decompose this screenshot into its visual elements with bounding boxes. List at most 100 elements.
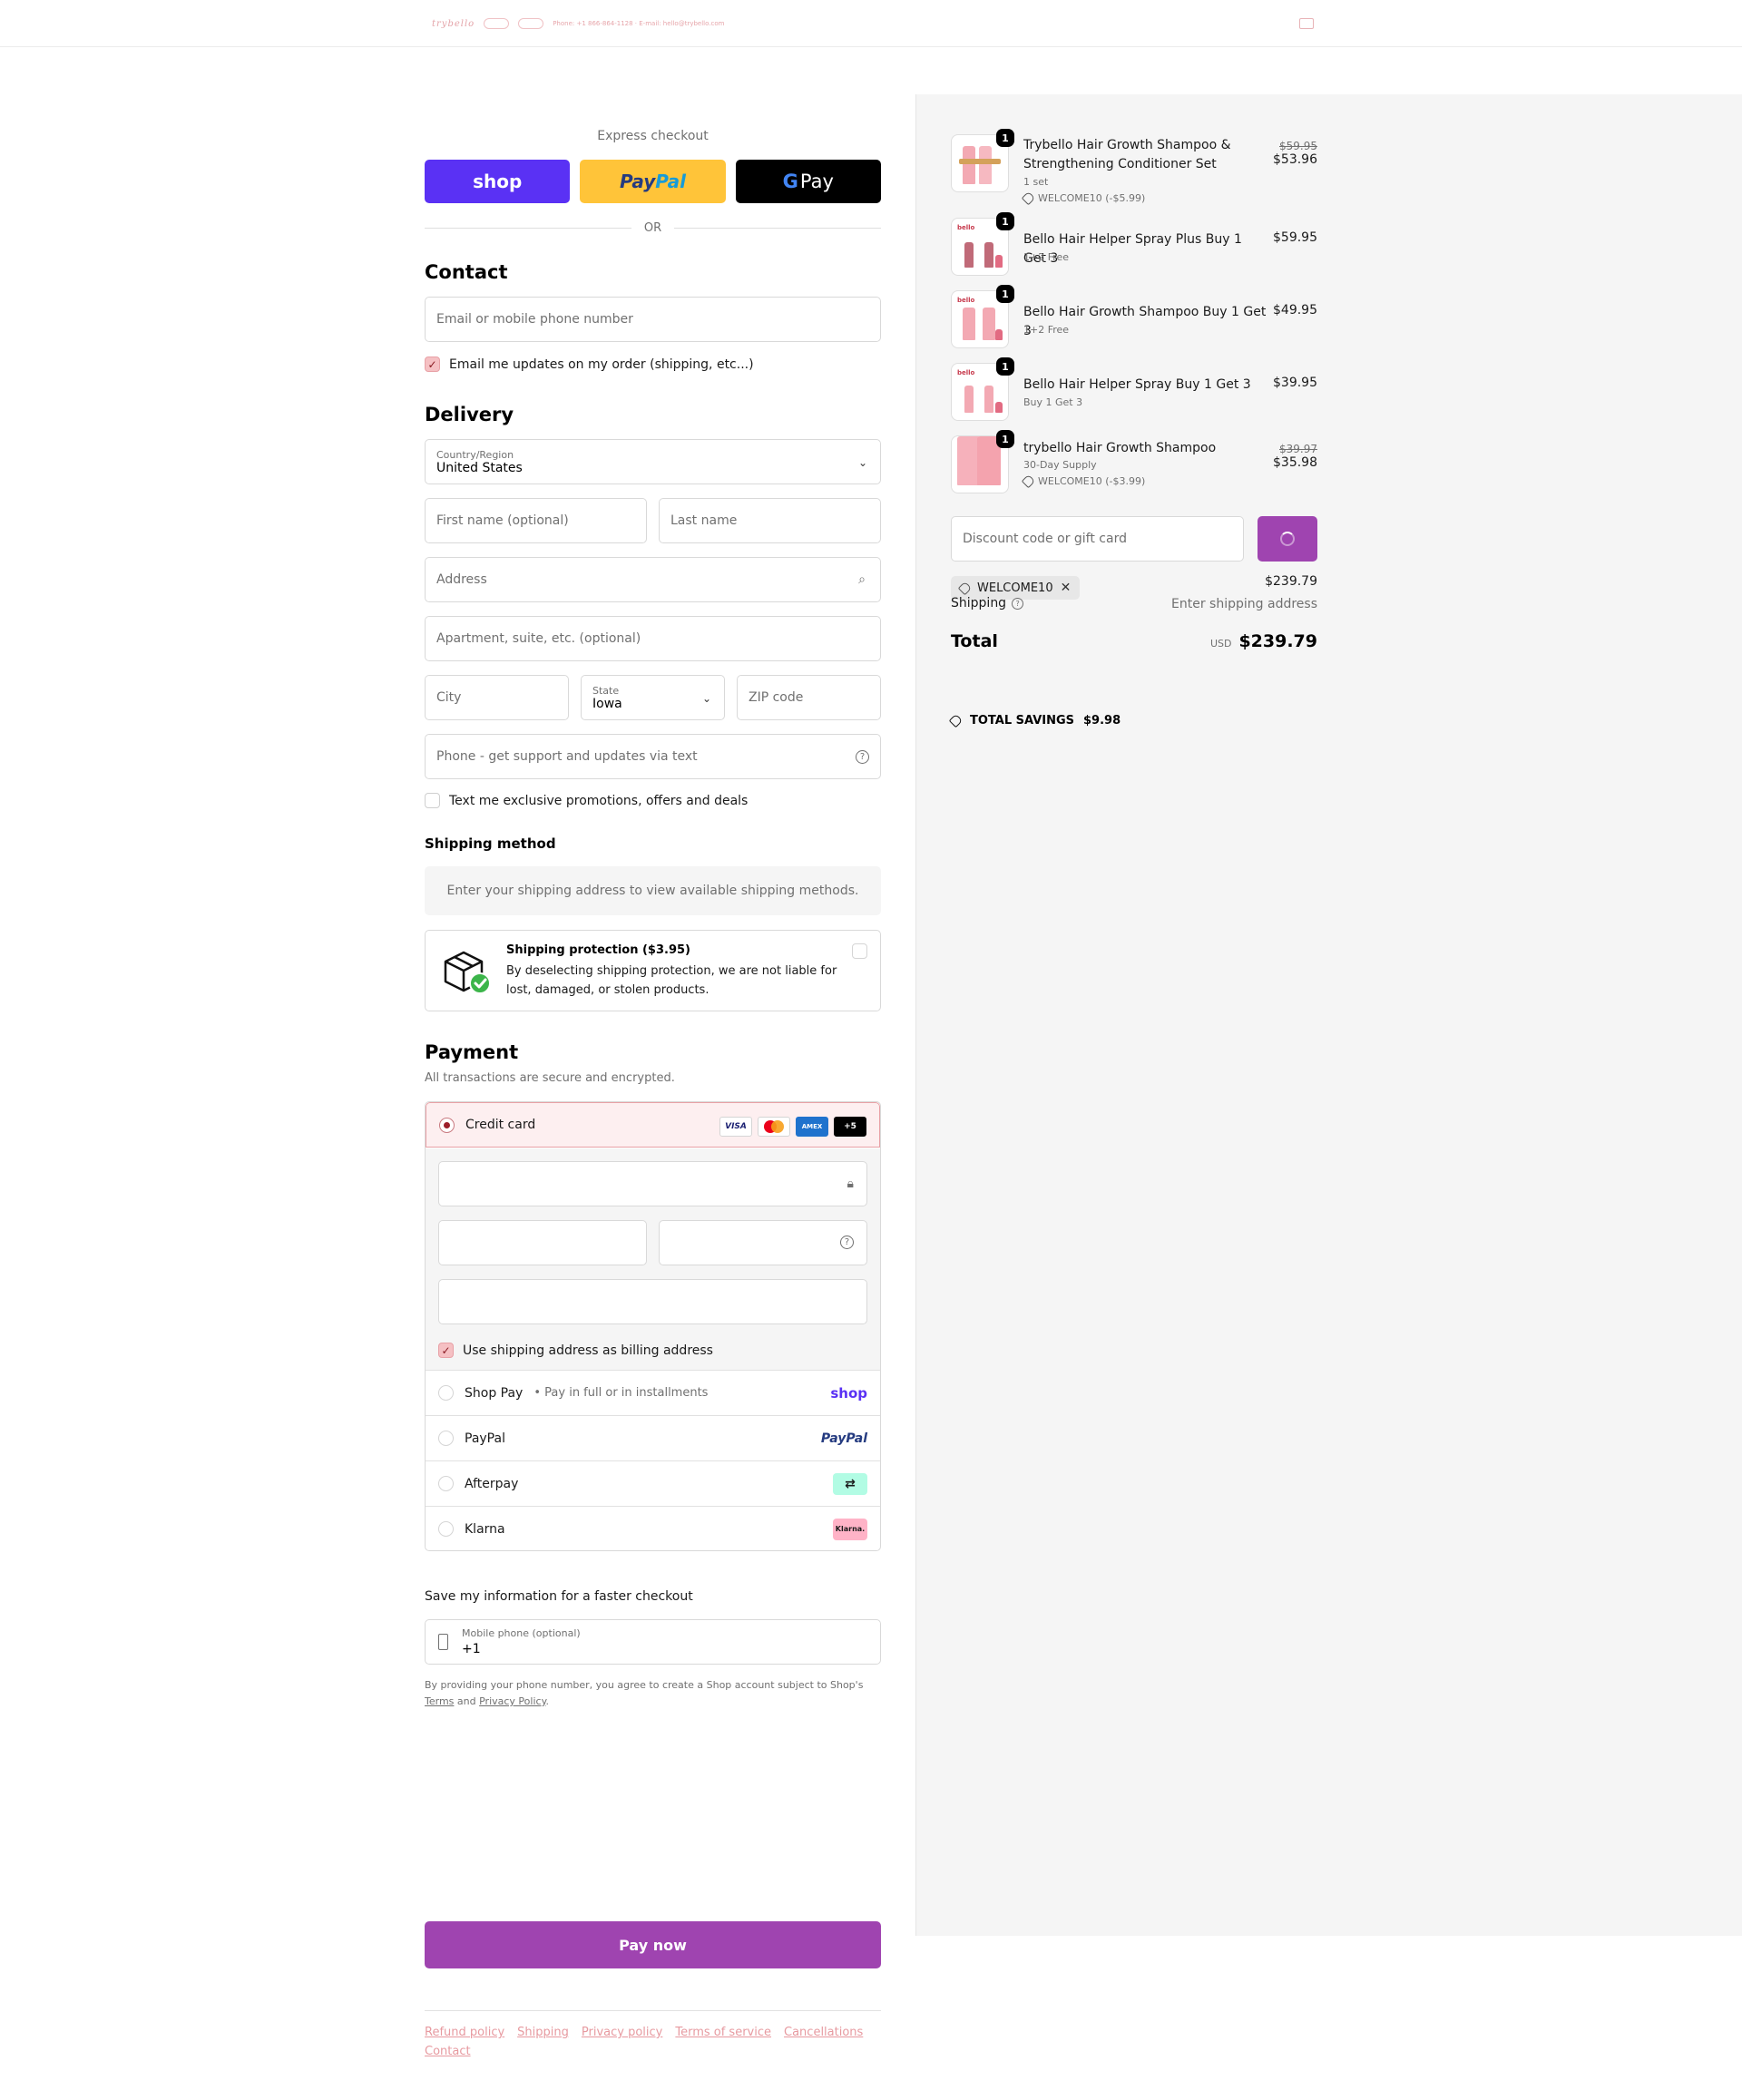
last-name-field[interactable]: Last name — [659, 498, 881, 543]
item-variant: 30-Day Supply — [1023, 459, 1097, 471]
discount-code-field[interactable]: Discount code or gift card — [951, 516, 1244, 562]
state-value: Iowa — [592, 696, 622, 711]
item-price: $59.95 $53.96 — [1273, 140, 1317, 167]
help-icon[interactable]: ? — [840, 1236, 854, 1249]
card-number-field[interactable]: 🔒︎ — [438, 1161, 867, 1206]
item-variant: Buy 1 Get 3 — [1023, 396, 1083, 408]
logo-wordmark: trybello — [432, 18, 475, 29]
state-label: State — [592, 684, 620, 697]
quantity-badge: 1 — [996, 430, 1014, 448]
text-promos-checkbox[interactable] — [425, 793, 440, 808]
address-field[interactable]: Address ⌕ — [425, 557, 881, 602]
item-original-price: $39.97 — [1279, 443, 1317, 455]
package-shield-icon — [444, 951, 491, 994]
loading-spinner-icon — [1280, 532, 1295, 546]
save-info-label: Save my information for a faster checkou… — [425, 1589, 693, 1604]
protection-checkbox[interactable] — [852, 943, 867, 959]
address-placeholder: Address — [436, 572, 487, 587]
shop-pay-radio[interactable] — [438, 1385, 454, 1401]
first-name-placeholder: First name (optional) — [436, 513, 569, 528]
item-name: Bello Hair Helper Spray Buy 1 Get 3 — [1023, 377, 1251, 392]
express-checkout-buttons: shop Pay Pal G Pay — [425, 160, 881, 203]
terms-link[interactable]: Terms — [425, 1695, 454, 1707]
remove-discount-icon[interactable]: ✕ — [1061, 581, 1072, 595]
email-updates-row[interactable]: ✓ Email me updates on my order (shipping… — [425, 357, 754, 372]
text-promos-row[interactable]: Text me exclusive promotions, offers and… — [425, 793, 748, 808]
billing-same-label: Use shipping address as billing address — [463, 1343, 713, 1358]
zip-field[interactable]: ZIP code — [737, 675, 881, 720]
bag-icon[interactable] — [1299, 18, 1314, 29]
store-logo[interactable]: trybello Phone: +1 866-864-1128 · E-mail… — [432, 13, 724, 34]
billing-same-row[interactable]: ✓ Use shipping address as billing addres… — [438, 1343, 713, 1358]
shop-phone-field[interactable]: Mobile phone (optional) +1 — [425, 1619, 881, 1665]
terms-of-service-link[interactable]: Terms of service — [675, 2026, 771, 2039]
apartment-field[interactable]: Apartment, suite, etc. (optional) — [425, 616, 881, 661]
card-name-field[interactable] — [438, 1279, 867, 1324]
privacy-link[interactable]: Privacy Policy — [479, 1695, 545, 1707]
help-icon[interactable]: ? — [1012, 597, 1024, 610]
country-select[interactable]: Country/Region United States ⌄ — [425, 439, 881, 484]
order-summary-panel — [915, 94, 1742, 1936]
shop-pay-label: shop — [473, 171, 523, 192]
refund-policy-link[interactable]: Refund policy — [425, 2026, 504, 2039]
google-g-icon: G — [782, 171, 798, 192]
shop-pay-option[interactable]: Shop Pay • Pay in full or in installment… — [426, 1370, 880, 1415]
help-icon[interactable]: ? — [856, 749, 869, 764]
first-name-field[interactable]: First name (optional) — [425, 498, 647, 543]
klarna-option[interactable]: Klarna Klarna. — [426, 1506, 880, 1550]
paypal-option[interactable]: PayPal PayPal — [426, 1415, 880, 1460]
pay-now-button[interactable]: Pay now — [425, 1921, 881, 1968]
credit-card-label: Credit card — [465, 1118, 536, 1132]
search-icon: ⌕ — [858, 572, 866, 587]
chevron-down-icon: ⌄ — [857, 456, 867, 469]
quantity-badge: 1 — [996, 212, 1014, 230]
afterpay-option[interactable]: Afterpay ⇄ — [426, 1460, 880, 1506]
google-pay-button[interactable]: G Pay — [735, 160, 881, 203]
phone-field[interactable]: Phone - get support and updates via text… — [425, 734, 881, 779]
contact-link[interactable]: Contact — [425, 2045, 471, 2058]
city-field[interactable]: City — [425, 675, 569, 720]
item-variant: 1+2 Free — [1023, 251, 1070, 263]
card-cvv-field[interactable]: ? — [659, 1220, 867, 1265]
quantity-badge: 1 — [996, 129, 1014, 147]
shipping-method-notice: Enter your shipping address to view avai… — [425, 866, 881, 915]
credit-card-radio[interactable] — [439, 1117, 455, 1133]
tag-icon — [1021, 190, 1036, 206]
footer-links: Refund policy Shipping Privacy policy Te… — [425, 2026, 881, 2058]
state-select[interactable]: State Iowa ⌄ — [581, 675, 725, 720]
total-value: USD $239.79 — [1210, 631, 1317, 651]
privacy-policy-link[interactable]: Privacy policy — [582, 2026, 662, 2039]
shop-phone-label: Mobile phone (optional) — [462, 1627, 581, 1639]
shop-pay-button[interactable]: shop — [425, 160, 571, 203]
apply-discount-button[interactable] — [1258, 516, 1317, 562]
billing-same-checkbox[interactable]: ✓ — [438, 1343, 454, 1358]
shop-pay-option-sub: • Pay in full or in installments — [533, 1386, 709, 1400]
payment-methods: Credit card VISA AMEX +5 🔒︎ ? ✓ Use ship… — [425, 1101, 881, 1551]
email-updates-checkbox[interactable]: ✓ — [425, 357, 440, 372]
credit-card-option[interactable]: Credit card VISA AMEX +5 — [426, 1102, 880, 1148]
text-promos-label: Text me exclusive promotions, offers and… — [449, 793, 749, 808]
afterpay-option-label: Afterpay — [465, 1476, 519, 1491]
shipping-protection-card[interactable]: Shipping protection ($3.95) By deselecti… — [425, 930, 881, 1011]
item-variant: 1 set — [1023, 176, 1049, 188]
cancellations-link[interactable]: Cancellations — [784, 2026, 863, 2039]
total-amount: $239.79 — [1238, 631, 1317, 651]
card-brands: VISA AMEX +5 — [719, 1117, 866, 1137]
email-field[interactable]: Email or mobile phone number — [425, 297, 881, 342]
payment-heading: Payment — [425, 1041, 519, 1063]
shipping-link[interactable]: Shipping — [517, 2026, 569, 2039]
afterpay-radio[interactable] — [438, 1476, 454, 1491]
paypal-button[interactable]: Pay Pal — [580, 160, 726, 203]
delivery-heading: Delivery — [425, 404, 514, 425]
card-expiry-field[interactable] — [438, 1220, 647, 1265]
subtotal-value: $239.79 — [1265, 574, 1317, 589]
paypal-radio[interactable] — [438, 1431, 454, 1446]
zip-placeholder: ZIP code — [749, 690, 804, 705]
chevron-down-icon: ⌄ — [701, 692, 711, 705]
apartment-placeholder: Apartment, suite, etc. (optional) — [436, 631, 641, 646]
klarna-radio[interactable] — [438, 1521, 454, 1537]
or-divider: OR — [425, 221, 882, 235]
item-name: Trybello Hair Growth Shampoo & Strengthe… — [1023, 138, 1231, 171]
item-discount: WELCOME10 (-$3.99) — [1021, 474, 1145, 489]
total-label: Total — [951, 631, 998, 651]
